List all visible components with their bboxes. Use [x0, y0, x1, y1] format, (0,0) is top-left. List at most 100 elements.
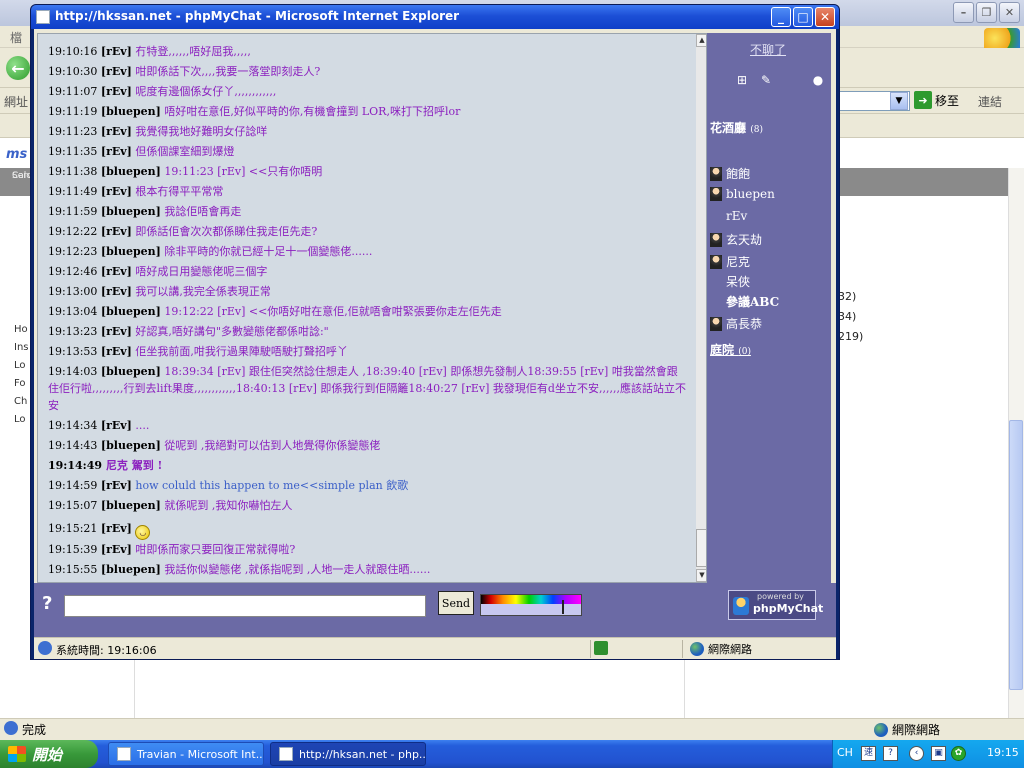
side-item[interactable]: Ins	[14, 342, 29, 360]
side-item[interactable]: Fo	[14, 378, 29, 396]
taskbar-item-travian[interactable]: Travian - Microsoft Int...	[108, 742, 264, 766]
chat-message: 19:11:23 [rEv] 我覺得我地好難明女仔諗咩	[48, 123, 688, 140]
message-nick[interactable]: [bluepen]	[101, 165, 161, 178]
chat-titlebar[interactable]: http://hkssan.net - phpMyChat - Microsof…	[31, 5, 839, 29]
messenger-icon[interactable]: ✿	[951, 746, 966, 761]
chat-message: 19:14:43 [bluepen] 從呢到 ,我絕對可以估到人地覺得你係變態佬	[48, 437, 688, 454]
tool-icon[interactable]: ✎	[759, 73, 773, 87]
message-time: 19:15:21	[48, 522, 98, 535]
user-item[interactable]: 呆俠	[726, 273, 750, 290]
message-nick[interactable]: [rEv]	[101, 45, 132, 58]
message-nick[interactable]: [rEv]	[101, 225, 132, 238]
room-name: 庭院	[710, 343, 735, 357]
message-nick[interactable]: [bluepen]	[101, 245, 161, 258]
scroll-up-icon[interactable]: ▲	[696, 34, 706, 47]
taskbar: 開始 Travian - Microsoft Int... http://hks…	[0, 740, 1024, 768]
message-scrollbar[interactable]: ▲ ▼	[696, 34, 706, 582]
message-time: 19:10:30	[48, 65, 98, 78]
page-scrollbar-thumb[interactable]	[1009, 420, 1023, 690]
ime-icon[interactable]: 速	[861, 746, 876, 761]
message-scrollbar-thumb[interactable]	[696, 529, 706, 567]
menu-file[interactable]: 檔	[10, 29, 22, 46]
close-button[interactable]: ✕	[999, 2, 1020, 23]
start-button[interactable]: 開始	[0, 740, 98, 768]
message-time: 19:14:43	[48, 439, 98, 452]
tray-arrow-icon[interactable]: ‹	[909, 746, 924, 761]
chat-minimize-button[interactable]: _	[771, 7, 791, 27]
send-button[interactable]: Send	[438, 591, 474, 615]
language-indicator[interactable]: CH	[837, 746, 853, 759]
side-item[interactable]: Ch	[14, 396, 29, 414]
message-nick[interactable]: [rEv]	[101, 345, 132, 358]
powered-by-badge[interactable]: powered by phpMyChat	[728, 590, 823, 620]
room-title-2[interactable]: 庭院 (0)	[710, 341, 751, 358]
user-item[interactable]: 飽飽	[710, 165, 750, 182]
chat-statusbar: 系統時間: 19:16:06 網際網路	[34, 637, 836, 659]
message-nick[interactable]: [rEv]	[101, 419, 132, 432]
side-item[interactable]: Ho	[14, 324, 29, 342]
chat-message: 19:12:22 [rEv] 即係話佢會次次都係睇住我走佢先走?	[48, 223, 688, 240]
back-arrow-icon[interactable]: ←	[6, 56, 30, 80]
user-item[interactable]: 參議ABC	[726, 293, 779, 310]
chat-close-button[interactable]: ✕	[815, 7, 835, 27]
scroll-down-icon[interactable]: ▼	[696, 569, 706, 582]
go-button[interactable]: ➜ 移至	[914, 91, 959, 109]
message-time: 19:12:46	[48, 265, 98, 278]
message-nick[interactable]: [rEv]	[101, 85, 132, 98]
chat-message: 19:15:07 [bluepen] 就係呢到 ,我知你嚇怕左人	[48, 497, 688, 514]
side-number: 32)	[838, 290, 857, 303]
globe-icon	[874, 722, 888, 737]
message-nick[interactable]: [rEv]	[101, 125, 132, 138]
room-title[interactable]: 花酒廳 (8)	[710, 119, 763, 136]
user-item[interactable]: rEv	[726, 209, 747, 223]
side-item[interactable]: Lo	[14, 360, 29, 378]
room-count: (8)	[750, 125, 763, 135]
ime-help-icon[interactable]: ?	[883, 746, 898, 761]
logout-link[interactable]: 不聊了	[750, 41, 786, 58]
message-text: 從呢到 ,我絕對可以估到人地覺得你係變態佬	[164, 439, 381, 452]
user-item[interactable]: bluepen	[710, 187, 775, 201]
message-nick[interactable]: [bluepen]	[101, 205, 161, 218]
message-nick[interactable]: [rEv]	[101, 145, 132, 158]
message-nick[interactable]: [bluepen]	[101, 563, 161, 576]
page-status-icon	[38, 641, 52, 655]
message-nick[interactable]: [rEv]	[101, 65, 132, 78]
user-item[interactable]: 玄天劫	[710, 231, 762, 248]
message-nick[interactable]: [rEv]	[101, 522, 132, 535]
chat-message: 19:11:49 [rEv] 根本冇得平平常常	[48, 183, 688, 200]
maximize-button[interactable]: ❐	[976, 2, 997, 23]
side-item[interactable]: Lo	[14, 414, 29, 432]
user-name: bluepen	[726, 187, 775, 201]
message-nick[interactable]: [bluepen]	[101, 439, 161, 452]
color-marker[interactable]	[562, 600, 564, 614]
user-item[interactable]: 高長恭	[710, 315, 762, 332]
address-dropdown-icon[interactable]: ▼	[890, 92, 908, 110]
user-item[interactable]: 尼克	[710, 253, 750, 270]
message-input[interactable]	[64, 595, 426, 617]
help-icon[interactable]: ?	[42, 593, 52, 614]
network-icon[interactable]: ▣	[931, 746, 946, 761]
message-nick[interactable]: [rEv]	[101, 185, 132, 198]
clock: 19:15	[987, 746, 1019, 759]
message-text: 佢坐我前面,咁我行過果陣駛唔駛打聲招呼丫	[135, 345, 348, 358]
message-nick[interactable]: [bluepen]	[101, 105, 161, 118]
message-nick[interactable]: [rEv]	[101, 479, 132, 492]
message-nick[interactable]: [bluepen]	[101, 305, 161, 318]
chat-window-title: http://hkssan.net - phpMyChat - Microsof…	[55, 9, 460, 23]
message-nick[interactable]: [rEv]	[101, 543, 132, 556]
expand-icon[interactable]: ⊞	[735, 73, 749, 87]
message-nick[interactable]: [bluepen]	[101, 365, 161, 378]
message-nick[interactable]: [rEv]	[101, 265, 132, 278]
links-label[interactable]: 連結	[978, 93, 1002, 110]
page-divider	[684, 660, 685, 724]
chat-maximize-button[interactable]: □	[793, 7, 813, 27]
minimize-button[interactable]: –	[953, 2, 974, 23]
taskbar-item-chat[interactable]: http://hksan.net - php...	[270, 742, 426, 766]
dot-icon[interactable]: ●	[811, 73, 825, 87]
message-time: 19:15:07	[48, 499, 98, 512]
message-nick[interactable]: [bluepen]	[101, 499, 161, 512]
user-name: 飽飽	[726, 167, 751, 181]
message-nick[interactable]: [rEv]	[101, 325, 132, 338]
message-nick[interactable]: [rEv]	[101, 285, 132, 298]
message-time: 19:12:22	[48, 225, 98, 238]
